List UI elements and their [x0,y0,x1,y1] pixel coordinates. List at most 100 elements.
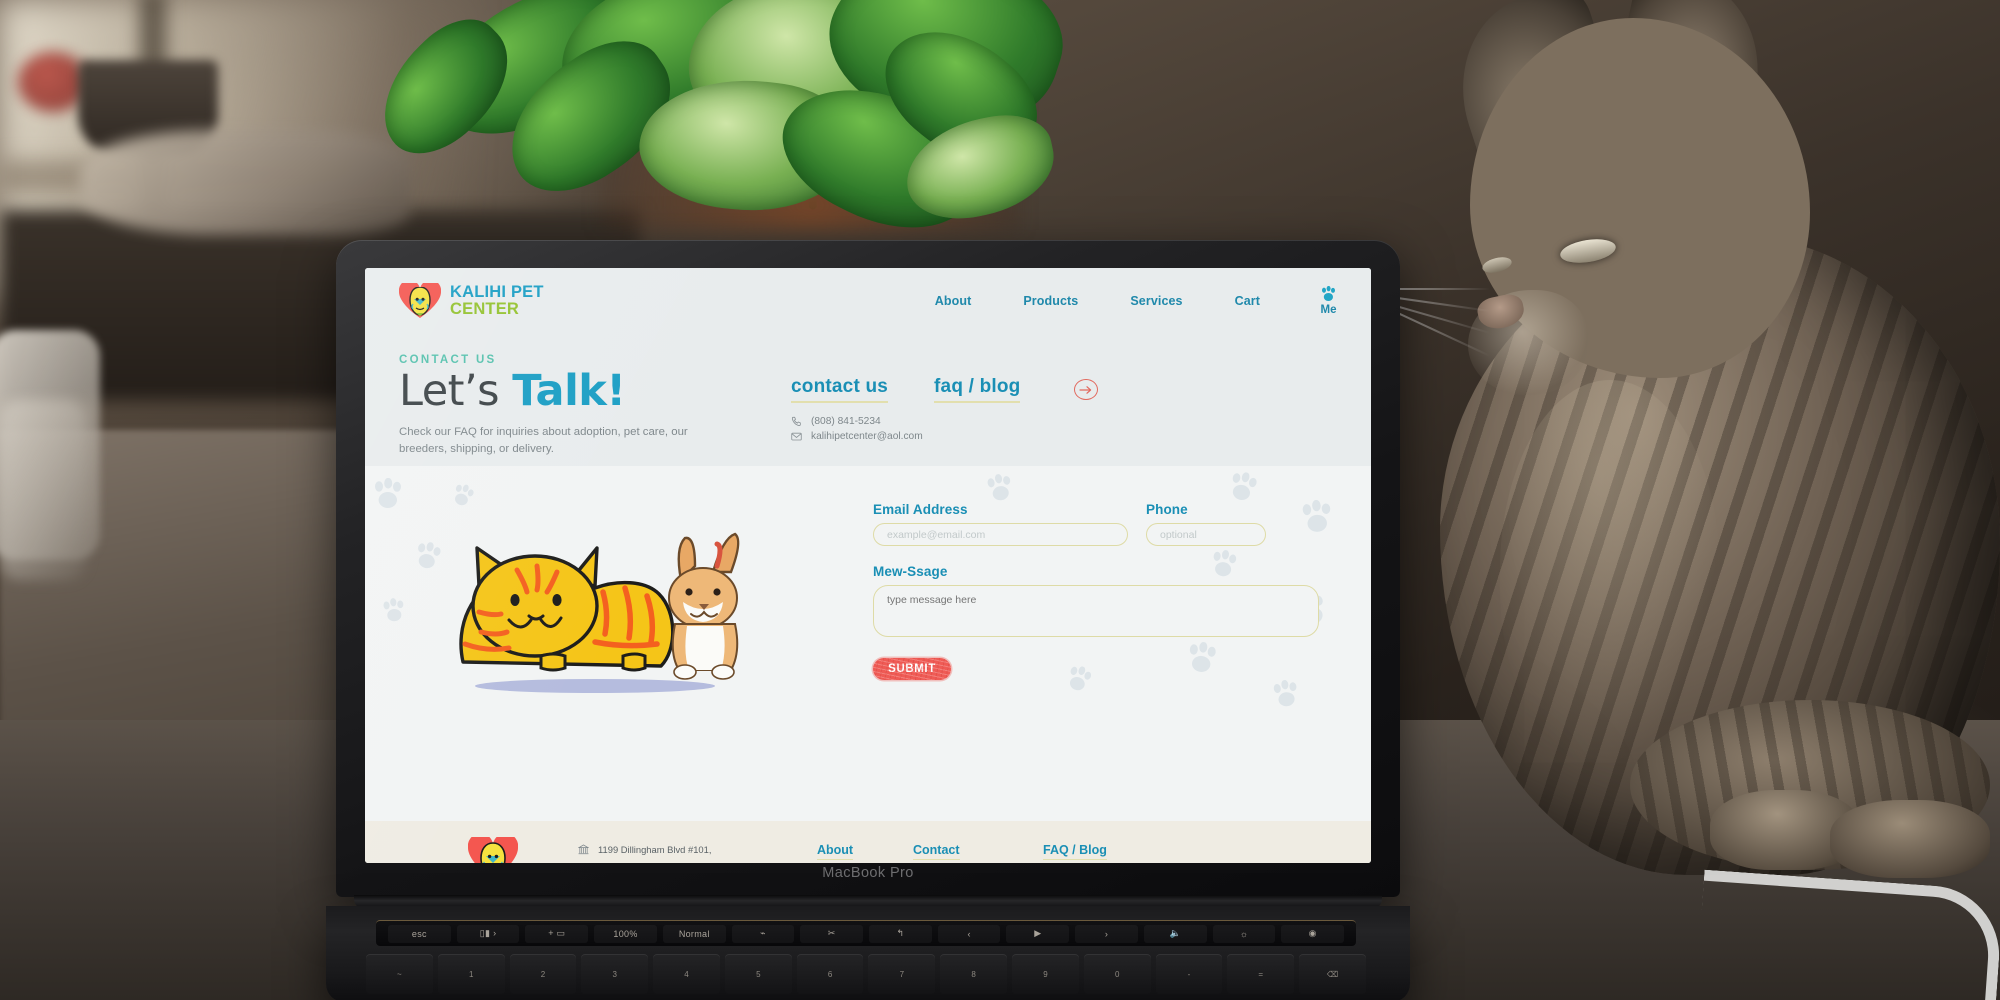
brand-logo[interactable]: KALIHI PET CENTER [399,282,544,320]
hero-contact-list: (808) 841-5234 kalihipetcenter@aol.com [791,416,1337,442]
bird-icon [409,287,431,316]
page-title: Let’s Talk! [399,369,769,414]
paw-icon [1322,286,1335,301]
keyboard-key[interactable]: ~ [366,954,433,994]
phone-field-group: Phone [1146,502,1266,546]
touch-bar[interactable]: esc ▯▮ › + ▭ 100% Normal ⌁ ✂ ↰ ‹ ▶ › 🔈 ☼… [376,920,1356,946]
paw-decoration-icon [375,478,401,508]
laptop-lid: KALIHI PET CENTER About Products Service… [336,240,1400,897]
touchbar-key[interactable]: 🔈 [1143,924,1207,943]
hero-title-plain: Let’s [399,366,513,416]
cat-paw [1830,800,1990,878]
touchbar-key[interactable]: ◉ [1281,924,1345,943]
contact-form: Email Address Phone Mew-Ssage [873,502,1319,680]
touchbar-key[interactable]: ▯▮ › [456,924,520,943]
keyboard-row[interactable]: ~ 1 2 3 4 5 6 7 8 9 0 - = ⌫ [366,954,1366,994]
arrow-right-button[interactable] [1074,379,1099,400]
main-nav: About Products Services Cart Me [935,286,1339,316]
message-textarea[interactable] [873,585,1319,637]
keyboard-key-delete[interactable]: ⌫ [1299,954,1366,994]
footer-links-column-1: About Products Services [817,837,913,863]
nav-item-products[interactable]: Products [1023,294,1078,308]
email-label: Email Address [873,502,968,517]
hero-left: CONTACT US Let’s Talk! Check our FAQ for… [399,354,769,466]
footer-links-column-2: Contact My Account My Pets [913,837,1043,863]
footer-link-faq-blog[interactable]: FAQ / Blog [1043,843,1107,860]
nav-member-label: Me [1320,304,1337,316]
hero-email-row[interactable]: kalihipetcenter@aol.com [791,431,1337,442]
laptop-model-label: MacBook Pro [822,865,914,881]
hero-phone-row[interactable]: (808) 841-5234 [791,416,1337,427]
keyboard-key[interactable]: 9 [1012,954,1079,994]
paw-decoration-icon [1273,679,1297,707]
cat-photo [1380,0,2000,1000]
nav-item-member[interactable]: Me [1320,286,1337,316]
touchbar-esc[interactable]: esc [388,924,451,943]
keyboard-key[interactable]: 5 [724,954,792,994]
cat-chest [1500,380,1720,760]
hero-links: contact us faq / blog [791,376,1337,403]
keyboard-key[interactable]: 7 [868,954,936,994]
footer-address-row: 1199 Dillingham Blvd #101, [577,843,807,857]
cloth-object [80,130,410,235]
brand-text: KALIHI PET CENTER [450,284,544,318]
hero-title-accent: Talk! [512,366,626,416]
nav-item-about[interactable]: About [935,294,972,308]
footer-link-contact[interactable]: Contact [913,843,960,860]
touchbar-brightness[interactable]: 100% [594,924,657,943]
paw-decoration-icon [455,484,474,506]
email-input[interactable] [873,523,1128,546]
touchbar-key[interactable]: ⌁ [731,924,795,943]
nav-item-cart[interactable]: Cart [1235,294,1260,308]
laptop-base: esc ▯▮ › + ▭ 100% Normal ⌁ ✂ ↰ ‹ ▶ › 🔈 ☼… [326,906,1410,1000]
heart-icon [467,833,519,863]
hero-right: contact us faq / blog (808) 841-5234 kal… [791,354,1337,466]
keyboard-key[interactable]: 0 [1083,954,1151,994]
touchbar-key[interactable]: › [1075,924,1138,943]
keyboard-key[interactable]: 4 [653,954,720,994]
footer-logo-mark [467,833,519,863]
website-viewport: KALIHI PET CENTER About Products Service… [365,268,1371,863]
footer-info: 1199 Dillingham Blvd #101, City Square S… [577,837,807,863]
phone-input[interactable] [1146,523,1266,546]
cat-and-rabbit-illustration [459,532,740,693]
keyboard-key[interactable]: 3 [581,954,649,994]
hero-section: CONTACT US Let’s Talk! Check our FAQ for… [365,334,1371,572]
keyboard-key[interactable]: - [1155,954,1223,994]
logo-mark [399,282,441,320]
phone-icon [791,416,801,426]
chair-leg [0,400,86,580]
hero-link-contact-us[interactable]: contact us [791,376,889,403]
mail-icon [791,432,802,441]
touchbar-key[interactable]: ▶ [1006,924,1070,943]
touchbar-key[interactable]: ☼ [1212,924,1276,943]
paw-decoration-icon [383,598,404,622]
hero-eyebrow: CONTACT US [399,354,497,366]
keyboard-key[interactable]: 8 [940,954,1008,994]
touchbar-key[interactable]: ↰ [869,924,932,943]
footer-link-about[interactable]: About [817,843,854,860]
keyboard-key[interactable]: 1 [437,954,505,994]
phone-label: Phone [1146,502,1188,517]
arrow-right-icon [1079,385,1092,394]
paw-decoration-icon [1232,472,1257,500]
email-field-group: Email Address [873,502,1128,546]
touchbar-key[interactable]: ✂ [800,924,864,943]
touchbar-key[interactable]: ‹ [937,924,1001,943]
keyboard-key[interactable]: = [1227,954,1295,994]
cat-head-group [1380,0,1810,395]
hero-link-faq-blog[interactable]: faq / blog [934,376,1021,403]
brand-line-1: KALIHI PET [450,283,544,302]
submit-button[interactable]: SUBMIT [873,658,951,680]
footer-brand[interactable]: KALIHI PET CENTER @kalihipetcenter [409,833,577,863]
touchbar-mode[interactable]: Normal [662,924,726,943]
nav-item-services[interactable]: Services [1130,294,1182,308]
footer-address-line-1: 1199 Dillingham Blvd #101, [598,844,712,855]
keyboard-key[interactable]: 6 [796,954,864,994]
laptop: KALIHI PET CENTER About Products Service… [326,240,1410,1000]
hero-subtitle: Check our FAQ for inquiries about adopti… [399,425,688,456]
touchbar-key[interactable]: + ▭ [525,924,589,943]
paw-decoration-icon [987,473,1011,501]
hero-email: kalihipetcenter@aol.com [811,431,923,442]
keyboard-key[interactable]: 2 [509,954,577,994]
